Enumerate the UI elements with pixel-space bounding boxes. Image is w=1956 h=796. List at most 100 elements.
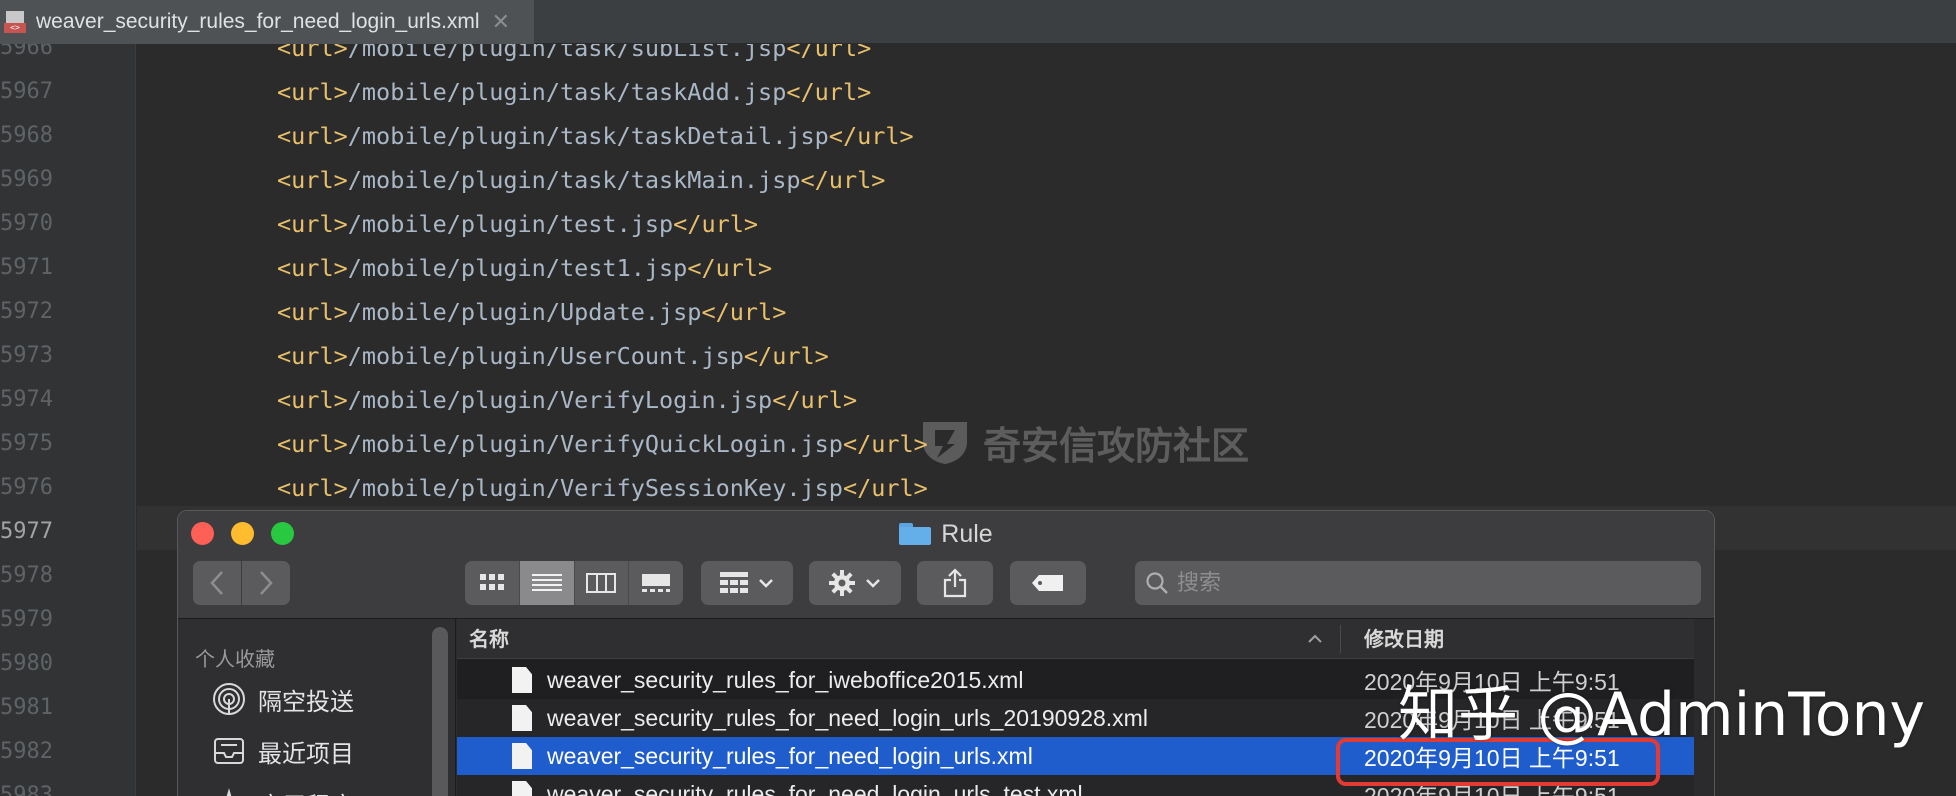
gallery-icon — [642, 574, 671, 592]
tags-button[interactable] — [1010, 561, 1086, 605]
xml-tag: </url> — [786, 78, 872, 106]
sidebar-item-label: 最近项目 — [258, 739, 354, 768]
sort-ascending-icon[interactable] — [1307, 619, 1323, 659]
code-line[interactable]: <url>/mobile/plugin/task/taskMain.jsp</u… — [277, 158, 885, 202]
document-icon — [512, 705, 532, 731]
xml-tag: <url> — [277, 166, 348, 194]
xml-text: /mobile/plugin/task/taskDetail.jsp — [347, 122, 829, 150]
line-number: 5980 — [0, 651, 53, 676]
sidebar-item-airdrop[interactable]: 隔空投送 — [212, 679, 354, 719]
folder-icon — [899, 523, 932, 545]
xml-tag: <url> — [277, 474, 348, 502]
code-line[interactable]: <url>/mobile/plugin/UserCount.jsp</url> — [277, 334, 829, 378]
line-number: 5983 — [0, 783, 53, 796]
xml-tag: </url> — [842, 474, 928, 502]
view-mode-group — [465, 561, 683, 605]
column-header-name[interactable]: 名称 — [469, 619, 509, 659]
code-line[interactable]: <url>/mobile/plugin/test1.jsp</url> — [277, 246, 772, 290]
search-icon — [1146, 572, 1168, 594]
sidebar-item-recents[interactable]: 最近项目 — [212, 731, 354, 771]
window-title: Rule — [178, 519, 1714, 549]
line-number: 5977 — [0, 519, 53, 544]
tag-icon — [1032, 575, 1063, 591]
document-icon — [512, 667, 532, 693]
code-line[interactable]: <url>/mobile/plugin/VerifyLogin.jsp</url… — [277, 378, 857, 422]
xml-tag: <url> — [277, 386, 348, 414]
editor-tab-title: weaver_security_rules_for_need_login_url… — [36, 10, 480, 33]
xml-tag: <url> — [277, 78, 348, 106]
applications-icon — [226, 788, 232, 796]
code-line[interactable]: <url>/mobile/plugin/VerifySessionKey.jsp… — [277, 466, 928, 510]
gallery-view-button[interactable] — [629, 561, 683, 605]
share-icon — [943, 568, 967, 598]
xml-tag: <url> — [277, 342, 348, 370]
watermark-text: 奇安信攻防社区 — [983, 423, 1250, 468]
code-line[interactable]: <url>/mobile/plugin/test.jsp</url> — [277, 202, 758, 246]
xml-tag: </url> — [673, 210, 759, 238]
sidebar-scrollbar[interactable] — [432, 627, 448, 796]
xml-tag: </url> — [800, 166, 886, 194]
share-button[interactable] — [917, 561, 993, 605]
code-line[interactable]: <url>/mobile/plugin/VerifyQuickLogin.jsp… — [277, 422, 928, 466]
xml-file-icon: <> — [4, 11, 26, 33]
forward-button[interactable] — [242, 561, 290, 605]
tab-close-icon[interactable]: ✕ — [492, 9, 510, 35]
xml-tag: <url> — [277, 210, 348, 238]
chevron-down-icon — [866, 579, 880, 588]
list-view-button[interactable] — [519, 561, 575, 605]
icon-view-button[interactable] — [465, 561, 520, 605]
code-line[interactable]: <url>/mobile/plugin/task/taskDetail.jsp<… — [277, 114, 914, 158]
xml-text: /mobile/plugin/UserCount.jsp — [347, 342, 744, 370]
recents-icon — [214, 738, 244, 764]
columns-icon — [586, 573, 617, 593]
back-button[interactable] — [193, 561, 241, 605]
list-header: 名称 修改日期 — [457, 619, 1694, 659]
xml-tag: </url> — [786, 44, 872, 62]
line-number-gutter: 5966 5967 5968 5969 5970 5971 5972 5973 5974 5975… — [0, 44, 136, 796]
airdrop-icon — [213, 683, 245, 715]
code-line[interactable]: <url>/mobile/plugin/Update.jsp</url> — [277, 290, 786, 334]
search-field[interactable] — [1135, 561, 1701, 605]
line-number: 5972 — [0, 299, 53, 324]
xml-tag: </url> — [828, 122, 914, 150]
xml-tag: </url> — [743, 342, 829, 370]
line-number: 5970 — [0, 211, 53, 236]
code-line[interactable]: <url>/mobile/plugin/task/taskAdd.jsp</ur… — [277, 70, 871, 114]
line-number: 5969 — [0, 167, 53, 192]
code-line[interactable]: <url>/mobile/plugin/task/subList.jsp</ur… — [277, 44, 871, 70]
xml-tag: <url> — [277, 254, 348, 282]
chevron-right-icon — [260, 571, 273, 595]
image-watermark: 奇安信攻防社区 — [917, 416, 1249, 468]
file-name: weaver_security_rules_for_iweboffice2015… — [547, 666, 1024, 693]
xml-tag: <url> — [277, 122, 348, 150]
line-number: 5979 — [0, 607, 53, 632]
column-view-button[interactable] — [575, 561, 630, 605]
xml-text: /mobile/plugin/task/taskMain.jsp — [347, 166, 801, 194]
column-divider[interactable] — [1340, 625, 1341, 653]
xml-text: /mobile/plugin/test.jsp — [347, 210, 674, 238]
sidebar-heading-favorites: 个人收藏 — [195, 647, 275, 671]
line-number: 5973 — [0, 343, 53, 368]
action-menu-button[interactable] — [809, 561, 901, 605]
line-number: 5967 — [0, 79, 53, 104]
xml-tag: <url> — [277, 430, 348, 458]
line-number: 5978 — [0, 563, 53, 588]
xml-text: /mobile/plugin/Update.jsp — [347, 298, 702, 326]
group-by-button[interactable] — [701, 561, 793, 605]
gear-icon — [829, 570, 855, 596]
editor-tab[interactable]: <> weaver_security_rules_for_need_login_… — [0, 0, 534, 44]
column-header-date-modified[interactable]: 修改日期 — [1364, 619, 1444, 659]
xml-text: /mobile/plugin/VerifyQuickLogin.jsp — [347, 430, 843, 458]
sidebar-item-label: 隔空投送 — [258, 687, 354, 716]
sidebar-item-applications[interactable]: 应用程序 — [212, 783, 354, 796]
xml-tag: </url> — [842, 430, 928, 458]
line-number: 5982 — [0, 739, 53, 764]
grid-icon — [479, 574, 504, 590]
arrange-icon — [720, 572, 748, 593]
xml-tag: </url> — [687, 254, 773, 282]
document-icon — [512, 743, 532, 769]
file-name: weaver_security_rules_for_need_login_url… — [547, 704, 1148, 731]
xml-text: /mobile/plugin/VerifyLogin.jsp — [347, 386, 773, 414]
chevron-left-icon — [210, 571, 223, 595]
search-input[interactable] — [1177, 570, 1677, 596]
